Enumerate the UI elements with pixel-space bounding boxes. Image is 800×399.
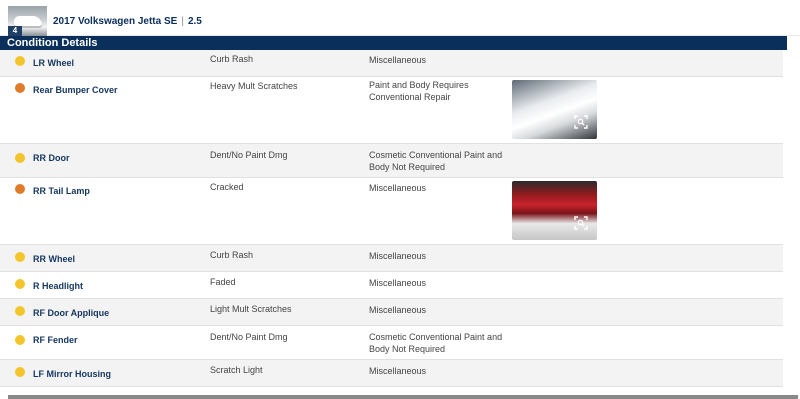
repair-action: Miscellaneous xyxy=(369,278,427,288)
condition-list: LR Wheel Curb Rash Miscellaneous Rear Bu… xyxy=(0,50,783,387)
damage-area: RR Wheel xyxy=(33,254,76,264)
damage-type: Curb Rash xyxy=(210,54,254,64)
repair-action: Miscellaneous xyxy=(369,251,427,261)
condition-row: RR Tail Lamp Cracked Miscellaneous xyxy=(0,178,783,245)
condition-row: LR Wheel Curb Rash Miscellaneous xyxy=(0,50,783,77)
damage-area: RF Door Applique xyxy=(33,308,110,318)
damage-type: Scratch Light xyxy=(210,365,263,375)
damage-area: LF Mirror Housing xyxy=(33,369,111,379)
zoom-icon[interactable] xyxy=(574,216,588,230)
damage-area: RF Fender xyxy=(33,335,78,345)
severity-dot xyxy=(15,279,25,289)
damage-type: Dent/No Paint Dmg xyxy=(210,332,288,342)
damage-type: Curb Rash xyxy=(210,250,254,260)
condition-details-header: Condition Details xyxy=(0,36,787,50)
repair-action: Cosmetic Conventional Paint and Body Not… xyxy=(369,332,503,354)
repair-action: Miscellaneous xyxy=(369,305,427,315)
severity-dot xyxy=(15,153,25,163)
repair-action: Miscellaneous xyxy=(369,183,427,193)
condition-row: RF Fender Dent/No Paint Dmg Cosmetic Con… xyxy=(0,326,783,360)
repair-action: Miscellaneous xyxy=(369,55,427,65)
condition-row: RR Wheel Curb Rash Miscellaneous xyxy=(0,245,783,272)
damage-area: RR Door xyxy=(33,153,70,163)
damage-area: Rear Bumper Cover xyxy=(33,85,118,95)
damage-type: Light Mult Scratches xyxy=(210,304,292,314)
zoom-icon[interactable] xyxy=(574,115,588,129)
condition-row: LF Mirror Housing Scratch Light Miscella… xyxy=(0,360,783,387)
rear-bumper-photo[interactable] xyxy=(512,80,597,139)
severity-dot xyxy=(15,306,25,316)
condition-row: RF Door Applique Light Mult Scratches Mi… xyxy=(0,299,783,326)
vehicle-engine: 2.5 xyxy=(187,16,202,27)
vehicle-title: 2017 Volkswagen Jetta SE | 2.5 xyxy=(53,16,202,27)
title-separator: | xyxy=(181,16,184,27)
tail-lamp-photo[interactable] xyxy=(512,181,597,240)
thumbnail-tag: 4 xyxy=(8,26,22,36)
damage-type: Heavy Mult Scratches xyxy=(210,81,298,91)
condition-row: Rear Bumper Cover Heavy Mult Scratches P… xyxy=(0,77,783,144)
severity-dot xyxy=(15,252,25,262)
severity-dot xyxy=(15,367,25,377)
severity-dot xyxy=(15,184,25,194)
vehicle-thumbnail[interactable]: 4 xyxy=(8,6,47,36)
damage-type: Dent/No Paint Dmg xyxy=(210,150,288,160)
severity-dot xyxy=(15,83,25,93)
condition-row: RR Door Dent/No Paint Dmg Cosmetic Conve… xyxy=(0,144,783,178)
bottom-divider xyxy=(8,395,798,399)
vehicle-name: 2017 Volkswagen Jetta SE xyxy=(53,16,178,27)
damage-area: RR Tail Lamp xyxy=(33,186,90,196)
condition-row: R Headlight Faded Miscellaneous xyxy=(0,272,783,299)
repair-action: Miscellaneous xyxy=(369,366,427,376)
damage-area: R Headlight xyxy=(33,281,84,291)
damage-type: Cracked xyxy=(210,182,244,192)
severity-dot xyxy=(15,335,25,345)
repair-action: Paint and Body Requires Conventional Rep… xyxy=(369,80,469,102)
damage-type: Faded xyxy=(210,277,236,287)
severity-dot xyxy=(15,56,25,66)
damage-area: LR Wheel xyxy=(33,58,75,68)
vehicle-header: 4 2017 Volkswagen Jetta SE | 2.5 xyxy=(0,0,800,36)
repair-action: Cosmetic Conventional Paint and Body Not… xyxy=(369,150,503,172)
